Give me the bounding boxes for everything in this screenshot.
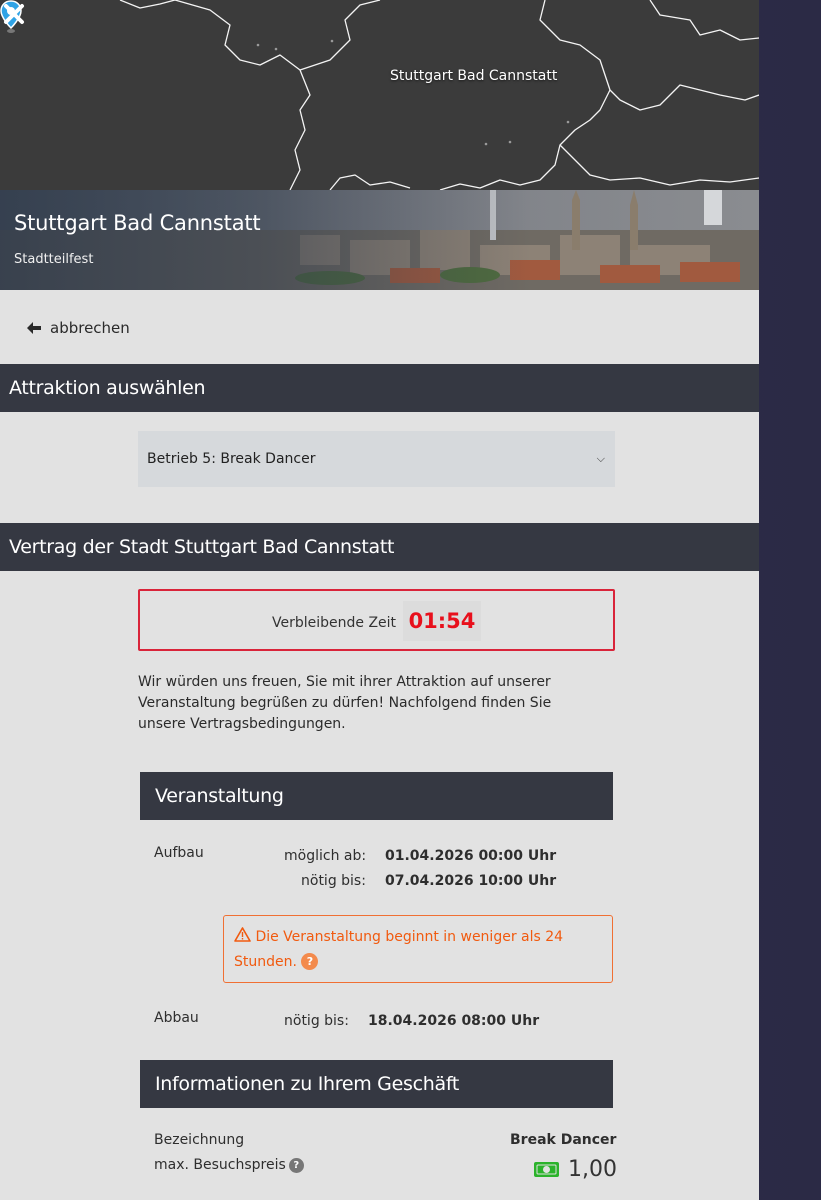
question-icon[interactable]: ? <box>301 953 319 970</box>
warning-triangle-icon <box>234 927 251 942</box>
setup-label: Aufbau <box>154 845 204 861</box>
teardown-until-label: nötig bis: <box>284 1013 349 1029</box>
detail-panel: Stuttgart Bad Cannstatt Stuttgart Bad Ca… <box>0 0 759 1200</box>
chevron-down-icon: ⌵ <box>596 452 605 465</box>
cancel-link-label: abbrechen <box>50 319 130 337</box>
max-price: 1,00 <box>533 1157 617 1182</box>
money-icon <box>534 1162 559 1177</box>
setup-from-label: möglich ab: <box>284 848 367 864</box>
max-price-label: max. Besuchspreis? <box>154 1157 304 1173</box>
countdown-label: Verbleibende Zeit <box>272 615 397 631</box>
page-title: Stuttgart Bad Cannstatt <box>14 211 261 235</box>
max-price-value: 1,00 <box>568 1157 617 1182</box>
countdown-value: 01:54 <box>403 601 481 641</box>
attraction-select-value: Betrieb 5: Break Dancer <box>147 451 316 467</box>
setup-from-value: 01.04.2026 00:00 Uhr <box>385 848 557 864</box>
teardown-label: Abbau <box>154 1010 199 1026</box>
setup-until-value: 07.04.2026 10:00 Uhr <box>385 873 557 889</box>
page-subtitle: Stadtteilfest <box>14 252 94 267</box>
section-header-contract: Vertrag der Stadt Stuttgart Bad Cannstat… <box>0 523 759 571</box>
arrow-left-icon <box>27 322 41 334</box>
city-image <box>0 190 759 290</box>
business-name-value: Break Dancer <box>510 1132 617 1148</box>
section-header-business: Informationen zu Ihrem Geschäft <box>140 1060 613 1108</box>
map-pin-label: Stuttgart Bad Cannstatt <box>390 68 558 84</box>
teardown-until-value: 18.04.2026 08:00 Uhr <box>368 1013 540 1029</box>
section-header-attraction: Attraktion auswählen <box>0 364 759 412</box>
question-icon[interactable]: ? <box>288 1158 304 1173</box>
section-header-event: Veranstaltung <box>140 772 613 820</box>
event-warning: Die Veranstaltung beginnt in weniger als… <box>223 915 613 983</box>
attraction-select[interactable]: Betrieb 5: Break Dancer ⌵ <box>138 431 615 487</box>
cancel-link[interactable]: abbrechen <box>26 319 130 337</box>
setup-until-label: nötig bis: <box>301 873 366 889</box>
contract-intro: Wir würden uns freuen, Sie mit ihrer Att… <box>138 674 552 732</box>
map-view[interactable]: Stuttgart Bad Cannstatt <box>0 0 759 190</box>
close-icon[interactable] <box>0 0 28 28</box>
hero-banner <box>0 190 759 290</box>
event-warning-text: Die Veranstaltung beginnt in weniger als… <box>234 929 564 970</box>
business-name-label: Bezeichnung <box>154 1132 245 1148</box>
countdown-box: Verbleibende Zeit 01:54 <box>138 589 615 651</box>
max-price-label-text: max. Besuchspreis <box>154 1157 286 1173</box>
map-borders <box>0 0 759 190</box>
